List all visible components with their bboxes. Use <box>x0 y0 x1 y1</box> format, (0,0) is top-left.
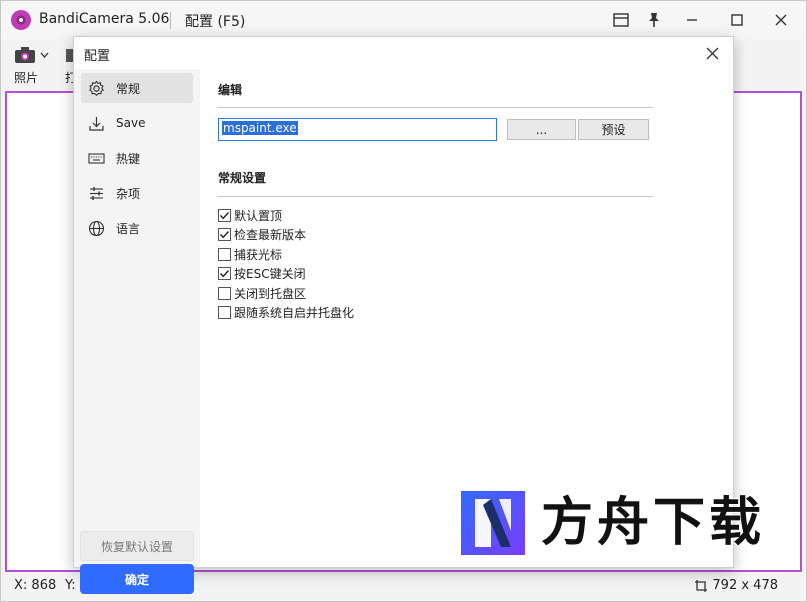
editor-path-input[interactable]: mspaint.exe <box>218 118 497 141</box>
editor-section-title: 编辑 <box>218 83 243 97</box>
sidebar-item-label: 热键 <box>116 151 141 166</box>
settings-sidebar: 常规 Save 热键 杂项 语言 恢复默认设置 确定 <box>74 69 200 594</box>
editor-path-value: mspaint.exe <box>222 121 298 135</box>
checkbox-unchecked[interactable] <box>218 305 231 319</box>
option-always-on-top[interactable]: 默认置顶 <box>218 206 282 224</box>
maximize-icon <box>731 14 743 26</box>
minimize-icon <box>687 19 697 21</box>
option-esc-close[interactable]: 按ESC键关闭 <box>218 264 306 282</box>
sidebar-item-label: 常规 <box>116 81 141 96</box>
checkbox-checked[interactable] <box>218 266 231 280</box>
restore-defaults-button[interactable]: 恢复默认设置 <box>80 531 194 561</box>
window-layout-icon <box>613 13 629 27</box>
sidebar-item-hotkeys[interactable]: 热键 <box>81 143 193 173</box>
section-divider <box>217 196 653 197</box>
pin-icon <box>649 13 659 27</box>
checkbox-checked[interactable] <box>218 208 231 222</box>
resize-icon <box>695 579 708 592</box>
photo-tool-label: 照片 <box>14 71 39 85</box>
app-logo-icon <box>11 10 31 30</box>
option-label: 默认置顶 <box>234 208 283 223</box>
sliders-icon <box>87 184 105 202</box>
close-window-button[interactable] <box>769 9 793 31</box>
close-icon <box>775 14 787 26</box>
option-capture-cursor[interactable]: 捕获光标 <box>218 245 282 263</box>
size-value: 792 x 478 <box>712 578 778 593</box>
keyboard-icon <box>87 149 105 167</box>
option-label: 关闭到托盘区 <box>234 286 307 301</box>
browse-button[interactable]: ... <box>507 119 576 140</box>
sidebar-item-label: 语言 <box>116 221 141 236</box>
watermark-text: 方舟下载 <box>541 493 766 553</box>
window-subtitle: 配置 (F5) <box>185 14 246 30</box>
app-title: BandiCamera 5.06 <box>39 11 170 27</box>
camera-icon <box>15 47 35 63</box>
watermark: 方舟下载 <box>461 489 771 557</box>
minimize-button[interactable] <box>680 9 704 31</box>
option-label: 按ESC键关闭 <box>234 266 306 281</box>
checkbox-unchecked[interactable] <box>218 286 231 300</box>
option-check-updates[interactable]: 检查最新版本 <box>218 225 306 243</box>
globe-icon <box>87 219 105 237</box>
checkbox-unchecked[interactable] <box>218 247 231 261</box>
dialog-close-button[interactable] <box>703 44 721 62</box>
sidebar-item-label: Save <box>116 116 146 130</box>
maximize-button[interactable] <box>725 9 749 31</box>
title-separator <box>170 12 171 29</box>
watermark-logo-icon <box>461 491 525 555</box>
window-layout-button[interactable] <box>609 9 633 31</box>
title-bar: BandiCamera 5.06 配置 (F5) <box>1 1 806 39</box>
section-divider <box>217 107 653 108</box>
sidebar-item-language[interactable]: 语言 <box>81 213 193 243</box>
general-section-title: 常规设置 <box>218 171 267 185</box>
sidebar-item-general[interactable]: 常规 <box>81 73 193 103</box>
sidebar-item-save[interactable]: Save <box>81 108 193 138</box>
pin-button[interactable] <box>642 9 666 31</box>
option-close-to-tray[interactable]: 关闭到托盘区 <box>218 284 306 302</box>
dialog-header: 配置 <box>74 37 733 69</box>
download-icon <box>87 114 105 132</box>
sidebar-item-misc[interactable]: 杂项 <box>81 178 193 208</box>
option-label: 检查最新版本 <box>234 227 307 242</box>
gear-icon <box>87 79 105 97</box>
option-label: 捕获光标 <box>234 247 283 262</box>
ok-button[interactable]: 确定 <box>80 564 194 594</box>
size-readout: 792 x 478 <box>694 578 778 593</box>
option-autostart-tray[interactable]: 跟随系统自启并托盘化 <box>218 303 354 321</box>
x-coordinate: X: 868 <box>14 578 57 593</box>
preset-button[interactable]: 预设 <box>578 119 649 140</box>
dialog-title: 配置 <box>84 49 111 64</box>
chevron-down-icon[interactable] <box>40 52 49 58</box>
close-icon <box>706 47 718 59</box>
option-label: 跟随系统自启并托盘化 <box>234 305 355 320</box>
checkbox-checked[interactable] <box>218 227 231 241</box>
sidebar-item-label: 杂项 <box>116 186 141 201</box>
photo-tool[interactable]: 照片 <box>14 43 49 86</box>
